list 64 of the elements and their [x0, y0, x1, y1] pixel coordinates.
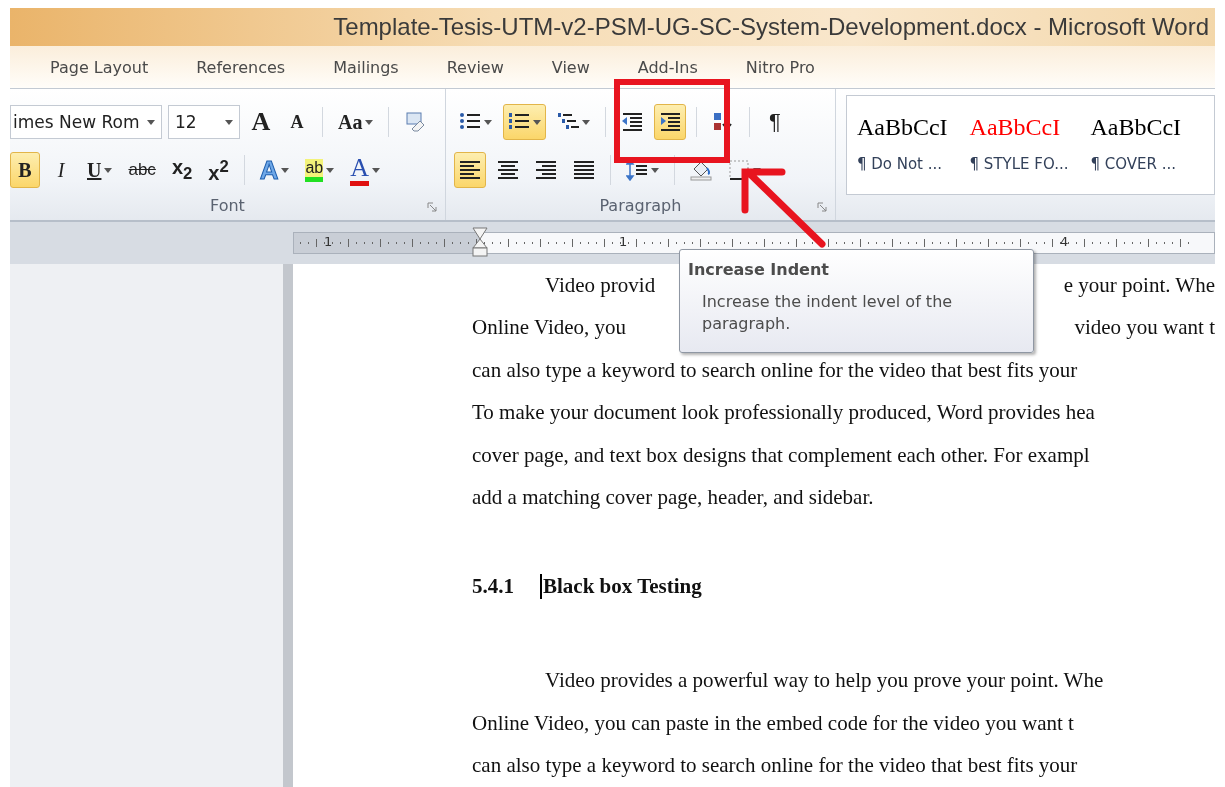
grow-font-button[interactable]: A [246, 104, 276, 141]
dialog-launcher-icon[interactable] [426, 202, 437, 212]
ruler-number: 1 [324, 234, 333, 249]
body-text: e your point. Whe [1063, 272, 1215, 298]
show-formatting-button[interactable]: ¶ [759, 104, 790, 141]
superscript-button[interactable]: x$^{2}$ [203, 152, 234, 189]
strikethrough-button[interactable]: abc [123, 152, 161, 189]
eraser-icon [404, 111, 427, 134]
align-left-button[interactable] [453, 152, 486, 189]
ribbon-tab[interactable]: Page Layout [50, 57, 149, 77]
font-color-button[interactable]: A [345, 152, 385, 189]
increase-indent-button[interactable] [653, 104, 686, 141]
caret-icon [147, 119, 155, 125]
underline-button[interactable]: U [82, 152, 118, 189]
bold-button[interactable]: B [10, 152, 40, 189]
font-name-field[interactable]: imes New Rom [10, 105, 162, 140]
decrease-indent-icon [620, 111, 643, 134]
align-left-icon [458, 159, 481, 182]
body-text: Online Video, you can paste in the embed code for the video you want t [472, 710, 1074, 736]
heading-text: Black box Testing [540, 573, 702, 599]
style-sample[interactable]: AaBbCcI [969, 114, 1069, 142]
body-text: video you want t [1074, 315, 1215, 341]
style-name: ¶ STYLE FO... [969, 155, 1069, 174]
body-text: can also type a keyword to search online for the video that best fits your [472, 753, 1078, 779]
ribbon-tab[interactable]: View [551, 57, 590, 77]
ribbon-tab[interactable]: Nitro Pro [745, 57, 815, 77]
increase-indent-icon [658, 111, 681, 134]
window-title: Template-Tesis-UTM-v2-PSM-UG-SC-System-Development.docx - Microsoft Word [333, 13, 1209, 42]
tooltip-text: Increase the indent level of the paragraph. [701, 291, 954, 335]
justify-icon [572, 159, 595, 182]
ruler-number: 4 [1060, 234, 1069, 249]
font-size-field[interactable]: 12 [168, 105, 240, 140]
body-text: can also type a keyword to search online for the video that best fits your [472, 357, 1078, 383]
body-text: add a matching cover page, header, and sidebar. [472, 485, 874, 511]
caret-icon [225, 119, 233, 125]
heading-number: 5.4.1 [472, 573, 514, 599]
style-name: ¶ Do Not ... [856, 155, 944, 174]
group-label: Font [210, 196, 245, 216]
ruler-number: 1 [619, 234, 628, 249]
style-sample[interactable]: AaBbCcI [856, 114, 948, 142]
style-sample[interactable]: AaBbCcI [1090, 114, 1182, 142]
subscript-button[interactable]: x$_{2}$ [166, 152, 198, 189]
shrink-font-button[interactable]: A [282, 104, 312, 141]
ribbon-tab[interactable]: References [196, 57, 286, 77]
align-center-icon [496, 159, 519, 182]
italic-button[interactable]: I [46, 152, 76, 189]
body-text: Video provides a powerful way to help you prove your point. Whe [545, 668, 1104, 694]
indent-marker-icon[interactable] [472, 227, 488, 257]
group-label: Paragraph [599, 196, 682, 216]
highlight-button[interactable]: ab [300, 152, 340, 189]
body-text: To make your document look professionally produced, Word provides hea [472, 400, 1095, 426]
tooltip-title: Increase Indent [688, 260, 830, 279]
ribbon-tab[interactable]: Add-Ins [637, 57, 698, 77]
body-text: Video provid [545, 272, 656, 298]
style-name: ¶ COVER ... [1090, 155, 1178, 174]
ribbon-tab[interactable]: Review [446, 57, 504, 77]
align-right-icon [534, 159, 557, 182]
change-case-button[interactable]: Aa [333, 104, 379, 141]
numbering-button[interactable] [502, 104, 546, 141]
borders-icon [727, 159, 750, 182]
ribbon-tab[interactable]: Mailings [333, 57, 399, 77]
body-text: cover page, and text box designs that complement each other. For exampl [472, 442, 1090, 468]
dialog-launcher-icon[interactable] [816, 202, 827, 212]
body-text: Online Video, you [472, 315, 627, 341]
